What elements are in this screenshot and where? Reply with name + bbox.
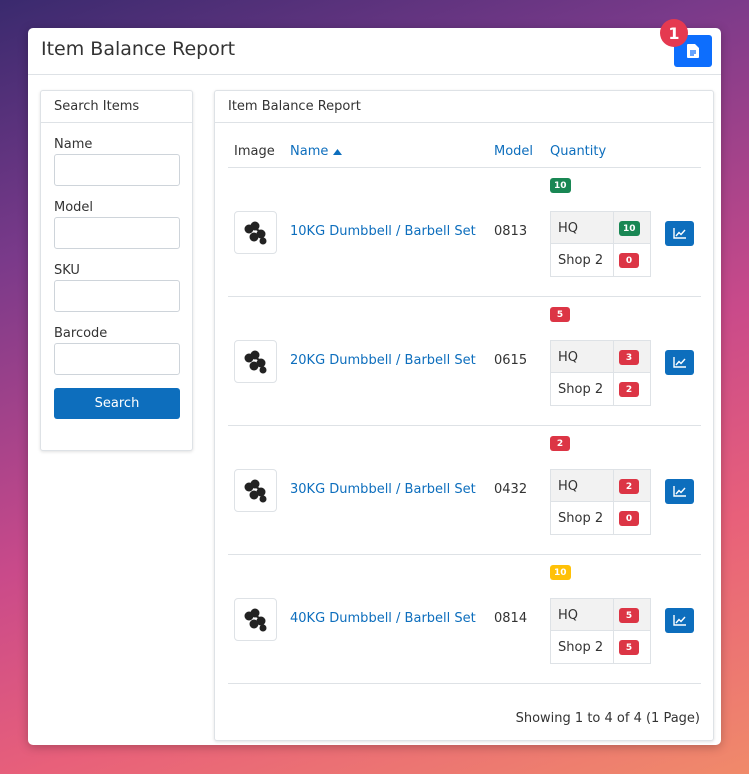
location-quantity-badge: 0 (619, 253, 639, 268)
sku-input[interactable] (54, 280, 180, 312)
item-model: 0814 (494, 611, 528, 626)
name-input[interactable] (54, 154, 180, 186)
location-row: HQ 2 (551, 470, 650, 502)
table-row: 20KG Dumbbell / Barbell Set 0615 5 HQ 3 … (215, 297, 715, 426)
location-row: HQ 5 (551, 599, 650, 631)
location-quantity-badge: 2 (619, 382, 639, 397)
location-quantity-badge: 3 (619, 350, 639, 365)
barcode-input[interactable] (54, 343, 180, 375)
location-quantity-table: HQ 10 Shop 2 0 (550, 211, 651, 277)
file-export-icon (687, 44, 699, 58)
column-image: Image (234, 144, 275, 159)
product-image[interactable] (234, 598, 277, 641)
dumbbell-icon (244, 479, 266, 502)
dumbbell-icon (244, 350, 266, 373)
location-name: HQ (558, 221, 579, 236)
item-model: 0615 (494, 353, 528, 368)
cell-divider (613, 470, 614, 501)
item-name-link[interactable]: 20KG Dumbbell / Barbell Set (290, 353, 476, 368)
column-name-sort[interactable]: Name (290, 144, 343, 159)
barcode-label: Barcode (54, 326, 108, 341)
location-quantity-badge: 5 (619, 608, 639, 623)
sort-up-icon (333, 148, 343, 155)
location-quantity-badge: 2 (619, 479, 639, 494)
dumbbell-icon (244, 608, 266, 631)
location-name: Shop 2 (558, 253, 604, 268)
location-name: HQ (558, 350, 579, 365)
view-chart-button[interactable] (665, 350, 694, 375)
item-name-link[interactable]: 40KG Dumbbell / Barbell Set (290, 611, 476, 626)
name-label: Name (54, 137, 93, 152)
location-name: Shop 2 (558, 640, 604, 655)
location-row: HQ 10 (551, 212, 650, 244)
cell-divider (613, 373, 614, 405)
location-row: Shop 2 2 (551, 373, 650, 405)
item-name-link[interactable]: 30KG Dumbbell / Barbell Set (290, 482, 476, 497)
location-name: HQ (558, 479, 579, 494)
location-row: HQ 3 (551, 341, 650, 373)
line-chart-icon (673, 486, 686, 497)
report-panel-title: Item Balance Report (215, 91, 713, 123)
location-quantity-table: HQ 5 Shop 2 5 (550, 598, 651, 664)
dumbbell-icon (244, 221, 266, 244)
item-name-link[interactable]: 10KG Dumbbell / Barbell Set (290, 224, 476, 239)
search-button[interactable]: Search (54, 388, 180, 419)
view-chart-button[interactable] (665, 479, 694, 504)
product-image[interactable] (234, 211, 277, 254)
model-label: Model (54, 200, 94, 215)
location-name: HQ (558, 608, 579, 623)
column-model[interactable]: Model (494, 144, 533, 159)
line-chart-icon (673, 357, 686, 368)
cell-divider (613, 341, 614, 372)
line-chart-icon (673, 228, 686, 239)
cell-divider (613, 631, 614, 663)
location-name: Shop 2 (558, 511, 604, 526)
view-chart-button[interactable] (665, 221, 694, 246)
product-image[interactable] (234, 340, 277, 383)
sku-label: SKU (54, 263, 80, 278)
view-chart-button[interactable] (665, 608, 694, 633)
product-image[interactable] (234, 469, 277, 512)
location-row: Shop 2 0 (551, 244, 650, 276)
cell-divider (613, 502, 614, 534)
column-quantity[interactable]: Quantity (550, 144, 606, 159)
item-model: 0813 (494, 224, 528, 239)
total-quantity-badge: 5 (550, 307, 570, 322)
table-row: 10KG Dumbbell / Barbell Set 0813 10 HQ 1… (215, 168, 715, 297)
pagination-text: Showing 1 to 4 of 4 (1 Page) (515, 711, 700, 726)
card-header: Item Balance Report 1 (28, 19, 721, 75)
location-quantity-badge: 10 (619, 221, 640, 236)
item-model: 0432 (494, 482, 528, 497)
search-panel-title: Search Items (41, 91, 192, 123)
table-row: 30KG Dumbbell / Barbell Set 0432 2 HQ 2 … (215, 426, 715, 555)
location-quantity-badge: 0 (619, 511, 639, 526)
location-quantity-badge: 5 (619, 640, 639, 655)
search-items-panel: Search Items Name Model SKU Barcode Sear… (40, 90, 193, 451)
page-title: Item Balance Report (41, 38, 236, 60)
table-row: 40KG Dumbbell / Barbell Set 0814 10 HQ 5… (215, 555, 715, 684)
location-quantity-table: HQ 3 Shop 2 2 (550, 340, 651, 406)
location-name: Shop 2 (558, 382, 604, 397)
cell-divider (613, 599, 614, 630)
location-row: Shop 2 0 (551, 502, 650, 534)
item-balance-report-card: Item Balance Report 1 Search Items Name … (28, 19, 721, 745)
location-quantity-table: HQ 2 Shop 2 0 (550, 469, 651, 535)
total-quantity-badge: 10 (550, 178, 571, 193)
column-name-label: Name (290, 144, 329, 159)
notification-badge: 1 (660, 19, 688, 47)
total-quantity-badge: 2 (550, 436, 570, 451)
cell-divider (613, 212, 614, 243)
total-quantity-badge: 10 (550, 565, 571, 580)
line-chart-icon (673, 615, 686, 626)
item-balance-report-panel: Item Balance Report Image Name Model Qua… (214, 90, 714, 741)
row-divider (228, 683, 701, 684)
cell-divider (613, 244, 614, 276)
location-row: Shop 2 5 (551, 631, 650, 663)
model-input[interactable] (54, 217, 180, 249)
